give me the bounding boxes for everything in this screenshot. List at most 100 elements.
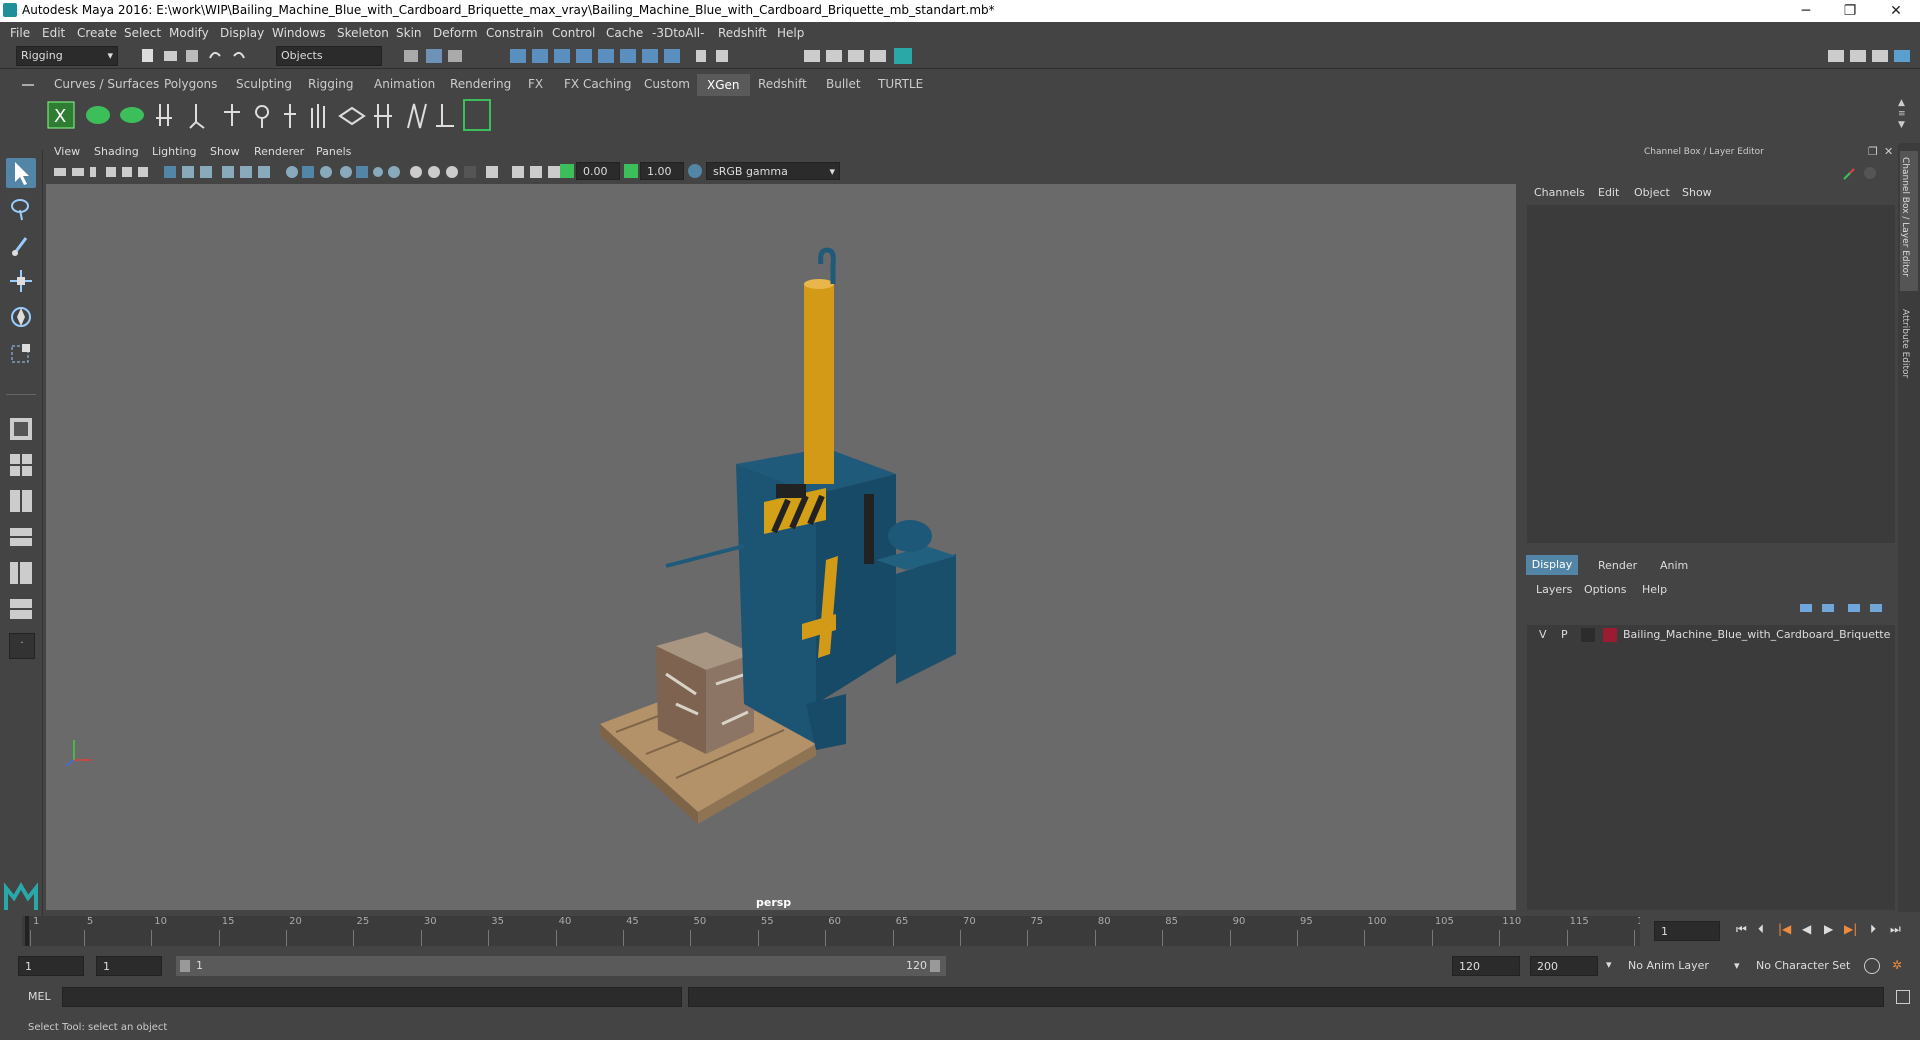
shelf-tab-fx[interactable]: FX	[524, 77, 547, 91]
scale-tool-button[interactable]	[6, 338, 36, 368]
layer-visibility-toggle[interactable]: V	[1539, 628, 1547, 641]
go-to-start-icon[interactable]: ⏮	[1736, 922, 1747, 937]
gamma-field[interactable]: 1.00	[640, 162, 684, 180]
outliner-layout-button[interactable]	[6, 522, 36, 552]
scene-end-field[interactable]: 200	[1530, 956, 1598, 976]
side-tab-attribute-editor[interactable]: Attribute Editor	[1900, 303, 1918, 393]
layers-menu[interactable]: Layers	[1536, 583, 1572, 596]
play-backward-icon[interactable]: ◀	[1802, 922, 1811, 936]
channel-show-menu[interactable]: Show	[1682, 186, 1712, 199]
layer-color-swatch[interactable]	[1603, 628, 1617, 642]
shelf-tab-xgen[interactable]: XGen	[697, 74, 750, 96]
prev-key-icon[interactable]: |◀	[1778, 922, 1791, 936]
layer-tab-render[interactable]: Render	[1598, 559, 1637, 572]
current-frame-field[interactable]: 1	[1654, 921, 1720, 941]
viewport-menu-show[interactable]: Show	[210, 145, 240, 158]
3d-viewport[interactable]: persp	[46, 184, 1516, 910]
rotate-tool-button[interactable]	[6, 302, 36, 332]
layer-row[interactable]: V P Bailing_Machine_Blue_with_Cardboard_…	[1527, 625, 1895, 645]
close-panel-icon[interactable]: ✕	[1884, 145, 1893, 158]
shelf-tab-animation[interactable]: Animation	[370, 77, 439, 91]
viewport-menu-shading[interactable]: Shading	[94, 145, 139, 158]
menu-deform[interactable]: Deform	[433, 26, 478, 40]
menu-modify[interactable]: Modify	[169, 26, 209, 40]
shelf-scroll-arrows[interactable]: ▲ ≡ ▼	[1898, 98, 1912, 134]
anim-layer-dropdown[interactable]: No Anim Layer ▾	[1622, 956, 1740, 976]
channel-box-options-icon[interactable]	[1842, 167, 1855, 180]
shelf-tab-bullet[interactable]: Bullet	[822, 77, 865, 91]
scene-start-field[interactable]: 1	[18, 956, 84, 976]
layer-options-menu[interactable]: Options	[1584, 583, 1626, 596]
anim-preferences-icon[interactable]: ✲	[1892, 958, 1902, 972]
menu-control[interactable]: Control	[552, 26, 595, 40]
color-management-icon[interactable]	[688, 164, 702, 178]
play-forward-icon[interactable]: ▶	[1824, 922, 1833, 936]
shelf-tab-turtle[interactable]: TURTLE	[874, 77, 927, 91]
menu-windows[interactable]: Windows	[272, 26, 326, 40]
paint-select-tool-button[interactable]	[6, 230, 36, 260]
menu-create[interactable]: Create	[77, 26, 117, 40]
channels-menu[interactable]: Channels	[1534, 186, 1585, 199]
next-key-icon[interactable]: ▶|	[1844, 922, 1857, 936]
exposure-toggle-icon[interactable]	[560, 164, 574, 178]
step-back-key-icon[interactable]: ⏴	[1758, 922, 1764, 937]
menu-help[interactable]: Help	[777, 26, 804, 40]
channel-box-key-icon[interactable]	[1864, 167, 1876, 179]
shelf-options-icon[interactable]: ≡	[1898, 109, 1912, 120]
shelf-tab-rigging[interactable]: Rigging	[304, 77, 357, 91]
side-tab-channel-box[interactable]: Channel Box / Layer Editor	[1900, 151, 1918, 291]
range-end-handle[interactable]	[930, 960, 940, 972]
layer-tab-display[interactable]: Display	[1526, 555, 1578, 575]
menuset-dropdown[interactable]: Rigging ▾	[16, 46, 118, 66]
menu-cache[interactable]: Cache	[606, 26, 643, 40]
shelf-tab-fx-caching[interactable]: FX Caching	[560, 77, 635, 91]
selection-mode-dropdown[interactable]: Objects	[276, 46, 382, 66]
gamma-toggle-icon[interactable]	[624, 164, 638, 178]
command-input[interactable]	[62, 987, 682, 1007]
viewport-menu-panels[interactable]: Panels	[316, 145, 351, 158]
playback-end-field[interactable]: 120	[1452, 956, 1520, 976]
go-to-end-icon[interactable]: ⏭	[1890, 922, 1901, 937]
menu-3dtoall[interactable]: -3DtoAll-	[652, 26, 704, 40]
range-start-handle[interactable]	[180, 960, 190, 972]
viewport-menu-renderer[interactable]: Renderer	[254, 145, 304, 158]
close-button[interactable]: ✕	[1874, 0, 1918, 22]
layer-help-menu[interactable]: Help	[1642, 583, 1667, 596]
chevron-down-icon[interactable]: ▼	[1898, 120, 1912, 131]
exposure-field[interactable]: 0.00	[576, 162, 620, 180]
command-language-label[interactable]: MEL	[28, 990, 51, 1003]
menu-skeleton[interactable]: Skeleton	[337, 26, 389, 40]
float-panel-icon[interactable]: ❐	[1868, 145, 1878, 158]
layer-name[interactable]: Bailing_Machine_Blue_with_Cardboard_Briq…	[1623, 628, 1890, 641]
menu-constrain[interactable]: Constrain	[486, 26, 544, 40]
menu-skin[interactable]: Skin	[396, 26, 422, 40]
chevron-up-icon[interactable]: ▲	[1898, 98, 1912, 109]
playback-start-field[interactable]: 1	[96, 956, 162, 976]
character-set-dropdown[interactable]: No Character Set	[1748, 956, 1868, 976]
auto-key-icon[interactable]	[1864, 958, 1880, 974]
layer-type-toggle[interactable]	[1581, 628, 1595, 642]
two-view-layout-button[interactable]	[6, 486, 36, 516]
viewport-menu-view[interactable]: View	[54, 145, 80, 158]
menu-edit[interactable]: Edit	[42, 26, 65, 40]
persp-outliner-layout-button[interactable]	[6, 594, 36, 624]
viewport-menu-lighting[interactable]: Lighting	[152, 145, 196, 158]
channel-object-menu[interactable]: Object	[1634, 186, 1670, 199]
range-slider[interactable]: 1 120	[176, 956, 946, 976]
minimize-button[interactable]: ─	[1784, 0, 1828, 22]
time-slider[interactable]: 1 5 10 15 20 25 30 35 40 45 50 55 60 65 70 75 80 85 90 95 10…	[22, 916, 1656, 946]
color-space-dropdown[interactable]: sRGB gamma ▾	[706, 162, 840, 180]
step-forward-icon[interactable]: ⏵	[1870, 922, 1876, 937]
chevron-down-icon[interactable]: ▾	[1606, 958, 1612, 971]
shelf-tab-polygons[interactable]: Polygons	[160, 77, 221, 91]
shelf-menu-icon[interactable]	[22, 84, 34, 86]
layer-tab-anim[interactable]: Anim	[1660, 559, 1688, 572]
channel-edit-menu[interactable]: Edit	[1598, 186, 1619, 199]
script-editor-icon[interactable]	[1896, 990, 1910, 1004]
four-view-layout-button[interactable]	[6, 450, 36, 480]
toolbox-more-button[interactable]: ·	[6, 630, 36, 660]
shelf-tab-redshift[interactable]: Redshift	[754, 77, 811, 91]
move-tool-button[interactable]	[6, 266, 36, 296]
menu-redshift[interactable]: Redshift	[718, 26, 767, 40]
graph-layout-button[interactable]	[6, 558, 36, 588]
